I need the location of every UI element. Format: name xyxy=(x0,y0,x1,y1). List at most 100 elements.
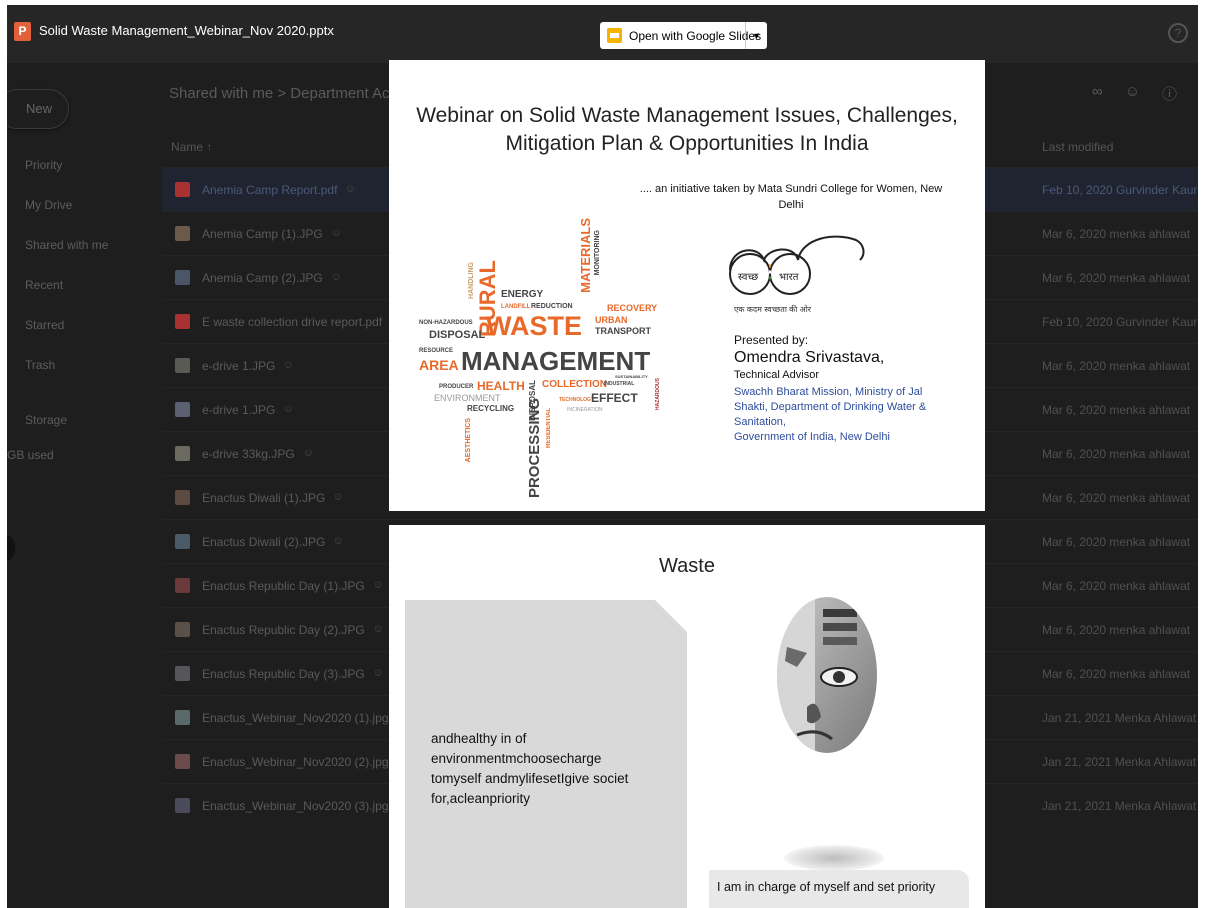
cloud-word-landfill: LANDFILL xyxy=(501,304,531,310)
file-thumbnail-icon xyxy=(175,402,190,417)
file-modified: Mar 6, 2020 menka ahlawat xyxy=(1042,623,1191,637)
shared-icon: ☺ xyxy=(329,535,344,547)
cloud-word-recycling: RECYCLING xyxy=(467,404,515,413)
nav-shared-with-me[interactable]: Shared with me xyxy=(25,238,108,252)
file-thumbnail-icon xyxy=(175,534,190,549)
file-thumbnail-icon xyxy=(175,754,190,769)
cloud-word-handling: HANDLING xyxy=(468,262,475,299)
file-thumbnail-icon xyxy=(175,578,190,593)
nav-my-drive[interactable]: My Drive xyxy=(25,198,72,212)
shared-icon: ☺ xyxy=(329,491,344,503)
nav-priority[interactable]: Priority xyxy=(25,158,62,172)
cloud-word-health: HEALTH xyxy=(477,379,525,393)
logo-text-right: भारत xyxy=(779,272,799,283)
cloud-word-disposal: DISPOSAL xyxy=(429,329,486,341)
box-text-line-3: tomyself andmylifesetIgive societ xyxy=(431,771,629,786)
waste-management-word-cloud: RURAL HANDLING ENERGY LANDFILL REDUCTION… xyxy=(419,208,689,498)
cloud-word-energy: ENERGY xyxy=(501,289,544,300)
shared-icon: ☺ xyxy=(279,359,294,371)
cloud-word-waste: WASTE xyxy=(486,311,583,341)
file-modified: Feb 10, 2020 Gurvinder Kaur xyxy=(1042,315,1198,329)
drive-sidebar: New Priority My Drive Shared with me Rec… xyxy=(7,63,162,908)
cloud-word-management: MANAGEMENT xyxy=(461,346,651,376)
file-name: Enactus_Webinar_Nov2020 (2).jpg xyxy=(202,755,389,769)
drive-preview-window: P Solid Waste Management_Webinar_Nov 202… xyxy=(7,5,1198,908)
file-thumbnail-icon xyxy=(175,622,190,637)
org-line-2: Shakti, Department of Drinking Water & xyxy=(734,401,927,413)
file-name: Enactus Republic Day (3).JPG xyxy=(202,667,365,681)
file-modified: Jan 21, 2021 Menka Ahlawat xyxy=(1042,799,1197,813)
shared-icon: ☺ xyxy=(279,403,294,415)
cloud-word-processing: PROCESSING xyxy=(526,398,543,499)
cloud-word-urban: URBAN xyxy=(595,315,628,325)
cloud-word-environment: ENVIRONMENT xyxy=(434,393,501,403)
file-name: Enactus Republic Day (2).JPG xyxy=(202,623,365,637)
cloud-word-nonhazardous: NON-HAZARDOUS xyxy=(419,320,473,326)
logo-caption: एक कदम स्वच्छता की ओर xyxy=(734,305,812,314)
link-icon[interactable]: ∞ xyxy=(1092,83,1103,104)
nav-starred[interactable]: Starred xyxy=(25,318,64,332)
help-icon[interactable]: ? xyxy=(1168,23,1188,43)
cloud-word-producer: PRODUCER xyxy=(439,384,474,390)
box-text-line-4: for,acleanpriority xyxy=(431,791,531,806)
presented-by-label: Presented by: xyxy=(734,333,809,347)
chevron-down-icon[interactable]: ▼ xyxy=(745,22,767,49)
add-person-icon[interactable]: ☺ xyxy=(1125,83,1140,104)
column-header-name[interactable]: Name ↑ xyxy=(171,140,212,154)
slide-1: Webinar on Solid Waste Management Issues… xyxy=(389,60,985,511)
file-thumbnail-icon xyxy=(175,490,190,505)
new-button[interactable]: New xyxy=(7,89,69,129)
file-modified: Mar 6, 2020 menka ahlawat xyxy=(1042,667,1191,681)
slide1-title: Webinar on Solid Waste Management Issues… xyxy=(389,102,985,158)
file-thumbnail-icon xyxy=(175,666,190,681)
file-modified: Jan 21, 2021 Menka Ahlawat xyxy=(1042,711,1197,725)
file-modified: Mar 6, 2020 menka ahlawat xyxy=(1042,491,1191,505)
presenter-name: Omendra Srivastava, xyxy=(734,349,885,366)
info-icon[interactable]: ⓘ xyxy=(1162,83,1177,104)
file-thumbnail-icon xyxy=(175,226,190,241)
cloud-word-resource: RESOURCE xyxy=(419,348,454,354)
box-text-line-2: environmentmchoosecharge xyxy=(431,751,602,766)
file-thumbnail-icon xyxy=(175,446,190,461)
cloud-word-reduction: REDUCTION xyxy=(531,303,573,310)
swachh-bharat-logo: स्वच्छ भारत xyxy=(729,235,865,295)
shared-icon: ☺ xyxy=(327,271,342,283)
slide-2: Waste andhealthy in of environmentmchoos… xyxy=(389,525,985,908)
file-thumbnail-icon xyxy=(175,710,190,725)
cloud-word-sustainability: SUSTAINABILITY xyxy=(615,374,648,379)
file-modified: Mar 6, 2020 menka ahlawat xyxy=(1042,447,1191,461)
title-line-2: Mitigation Plan & Opportunities In India xyxy=(505,132,869,155)
cloud-word-recovery: RECOVERY xyxy=(607,303,658,313)
cloud-word-industrial: INDUSTRIAL xyxy=(604,381,635,387)
column-header-last-modified[interactable]: Last modified xyxy=(1042,140,1113,154)
nav-trash[interactable]: Trash xyxy=(25,358,55,372)
file-modified: Mar 6, 2020 menka ahlawat xyxy=(1042,535,1191,549)
file-name: Enactus_Webinar_Nov2020 (1).jpg xyxy=(202,711,389,725)
file-name: Enactus Republic Day (1).JPG xyxy=(202,579,365,593)
open-with-label: Open with Google Slides xyxy=(629,28,762,43)
cloud-word-aesthetics: AESTHETICS xyxy=(465,418,472,463)
cloud-word-transport: TRANSPORT xyxy=(595,326,651,336)
file-modified: Mar 6, 2020 menka ahlawat xyxy=(1042,403,1191,417)
drive-toolbar: ∞ ☺ ⓘ xyxy=(1092,83,1177,104)
file-name: Enactus Diwali (2).JPG xyxy=(202,535,326,549)
file-modified: Feb 10, 2020 Gurvinder Kaur xyxy=(1042,183,1198,197)
nav-storage[interactable]: Storage xyxy=(25,413,67,427)
shared-icon: ☺ xyxy=(341,183,356,195)
shared-icon: ☺ xyxy=(369,667,384,679)
nav-recent[interactable]: Recent xyxy=(25,278,63,292)
shared-icon: ☺ xyxy=(327,227,342,239)
file-name: Anemia Camp (1).JPG xyxy=(202,227,323,241)
file-name: e-drive 33kg.JPG xyxy=(202,447,295,461)
file-modified: Mar 6, 2020 menka ahlawat xyxy=(1042,271,1191,285)
file-thumbnail-icon xyxy=(175,314,190,329)
open-with-google-slides-button[interactable]: Open with Google Slides ▼ xyxy=(600,22,767,49)
file-modified: Jan 21, 2021 Menka Ahlawat xyxy=(1042,755,1197,769)
cloud-word-residential: RESIDENTIAL xyxy=(546,408,552,449)
cloud-word-incineration: INCINERATION xyxy=(567,407,603,413)
breadcrumb[interactable]: Shared with me > Department Ac xyxy=(169,85,390,102)
file-title: Solid Waste Management_Webinar_Nov 2020.… xyxy=(39,23,334,38)
file-name: E waste collection drive report.pdf xyxy=(202,315,383,329)
org-line-1: Swachh Bharat Mission, Ministry of Jal xyxy=(734,386,923,398)
cloud-word-technology: TECHNOLOGY xyxy=(559,397,595,403)
